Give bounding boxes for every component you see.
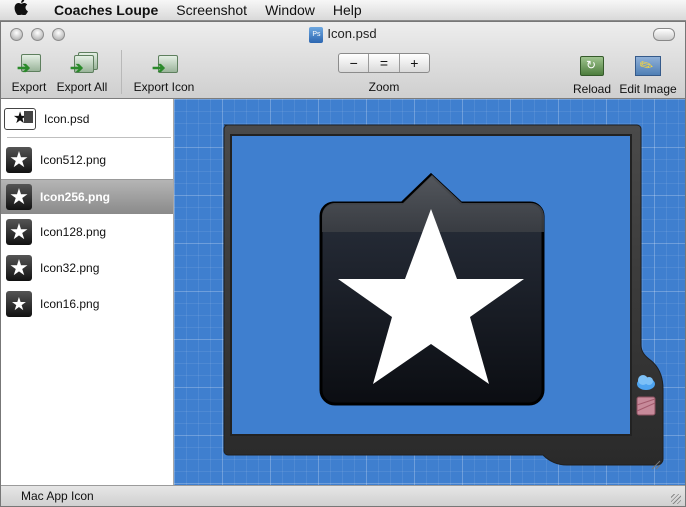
star-icon: ★ (6, 219, 32, 245)
edit-image-label: Edit Image (619, 82, 677, 96)
zoom-actual-button[interactable]: = (369, 54, 400, 72)
file-name: Icon256.png (40, 190, 111, 204)
star-icon: ★ (6, 147, 32, 173)
window-title: Ps Icon.psd (1, 26, 685, 43)
toolbar-separator (121, 50, 122, 94)
export-label: Export (11, 80, 47, 94)
star-icon: ★ (6, 291, 32, 317)
zoom-label: Zoom (368, 80, 400, 94)
file-name: Icon32.png (40, 261, 100, 275)
status-bar: Mac App Icon (1, 485, 685, 506)
edit-image-icon: ✎ (635, 56, 661, 77)
list-item[interactable]: ★ Icon128.png (1, 216, 173, 248)
export-button[interactable]: ➔ Export (10, 52, 48, 94)
menu-help[interactable]: Help (333, 2, 362, 18)
file-name: Icon128.png (40, 225, 107, 239)
export-all-icon: ➔ (68, 52, 98, 78)
menu-bar: Coaches Loupe Screenshot Window Help (0, 0, 686, 21)
zoom-out-button[interactable]: − (339, 54, 370, 72)
export-icon-button[interactable]: ➔ Export Icon (131, 52, 197, 94)
app-icon-preview (319, 172, 545, 406)
file-name: Icon16.png (40, 297, 100, 311)
zoom-in-button[interactable]: + (400, 54, 429, 72)
list-item-selected[interactable]: ★ Icon256.png (1, 179, 173, 214)
source-file-row[interactable]: ★ Icon.psd (1, 103, 173, 135)
list-item[interactable]: ★ Icon512.png (1, 144, 173, 176)
reload-icon: ↻ (580, 56, 604, 76)
reload-label: Reload (572, 82, 612, 96)
psd-file-icon: Ps (309, 26, 324, 43)
export-icon: ➔ (15, 52, 43, 78)
file-sidebar: ★ Icon.psd ★ Icon512.png ★ Icon256.png ★… (1, 99, 174, 485)
reload-button[interactable]: ↻ Reload (572, 52, 612, 96)
export-all-button[interactable]: ➔ Export All (54, 52, 110, 94)
title-bar: Ps Icon.psd ➔ Export ➔ Export All ➔ Expo… (1, 22, 685, 99)
toolbar-toggle-button[interactable] (653, 28, 675, 41)
device-frame (223, 124, 664, 470)
sidebar-divider (7, 137, 171, 138)
source-file-name: Icon.psd (44, 112, 90, 126)
menu-screenshot[interactable]: Screenshot (176, 2, 247, 18)
status-text: Mac App Icon (21, 489, 94, 503)
preview-canvas (174, 99, 685, 485)
main-window: Ps Icon.psd ➔ Export ➔ Export All ➔ Expo… (0, 21, 686, 507)
zoom-control: − = + (338, 53, 430, 73)
list-item[interactable]: ★ Icon16.png (1, 288, 173, 320)
star-icon: ★ (6, 184, 32, 210)
psd-thumbnail-icon: ★ (4, 108, 36, 130)
file-name: Icon512.png (40, 153, 107, 167)
edit-image-button[interactable]: ✎ Edit Image (618, 52, 678, 96)
list-item[interactable]: ★ Icon32.png (1, 252, 173, 284)
export-icon-icon: ➔ (150, 52, 178, 78)
export-icon-label: Export Icon (133, 80, 195, 94)
app-menu[interactable]: Coaches Loupe (54, 2, 158, 18)
apple-icon[interactable] (14, 0, 36, 21)
menu-window[interactable]: Window (265, 2, 315, 18)
resize-grip-icon[interactable] (671, 494, 681, 504)
export-all-label: Export All (56, 80, 108, 94)
star-icon: ★ (6, 255, 32, 281)
